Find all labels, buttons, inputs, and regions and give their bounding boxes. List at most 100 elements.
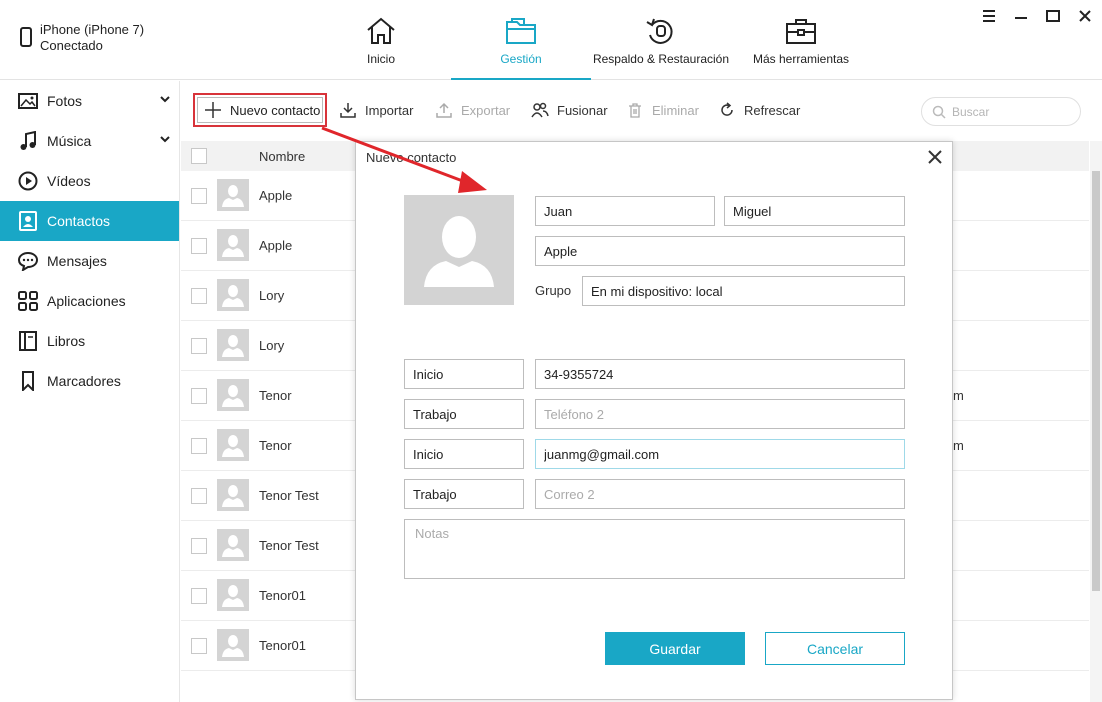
last-name-input[interactable] [725,197,904,225]
email1-type-select[interactable]: Inicio [404,439,524,469]
first-name-field[interactable] [535,196,715,226]
notes-textarea[interactable] [405,520,904,578]
sidebar-item-label: Contactos [47,213,111,229]
sidebar-item-aplicaciones[interactable]: Aplicaciones [0,281,179,321]
phone1-input[interactable] [536,360,904,388]
export-button[interactable]: Exportar [435,98,510,122]
contact-name: Tenor [259,388,292,403]
row-checkbox[interactable] [191,288,207,304]
row-checkbox[interactable] [191,638,207,654]
menu-icon[interactable] [980,8,998,24]
nav-inicio[interactable]: Inicio [311,0,451,80]
window-controls [980,8,1094,24]
email2-type: Trabajo [413,486,457,502]
minimize-icon[interactable] [1012,8,1030,24]
new-contact-button[interactable]: Nuevo contacto [197,97,323,123]
sidebar-item-mensajes[interactable]: Mensajes [0,241,179,281]
new-contact-dialog: Nuevo contacto Grupo En mi dispositivo: … [355,141,953,700]
search-box[interactable] [921,97,1081,126]
phone2-input[interactable] [536,400,904,428]
merge-label: Fusionar [557,102,608,118]
contacts-icon [18,211,38,231]
nav-gestion[interactable]: Gestión [451,0,591,80]
sidebar-item-libros[interactable]: Libros [0,321,179,361]
toolbox-icon [786,19,816,44]
contact-extra: m [953,388,964,403]
new-contact-highlight: Nuevo contacto [193,93,327,127]
scrollbar-thumb[interactable] [1092,171,1100,591]
nav-label: Respaldo & Restauración [592,52,730,66]
row-checkbox[interactable] [191,188,207,204]
email2-input[interactable] [536,480,904,508]
sidebar-item-label: Vídeos [47,173,91,189]
contact-name: Lory [259,338,285,353]
import-icon [339,101,357,119]
company-field[interactable] [535,236,905,266]
row-checkbox[interactable] [191,438,207,454]
email2-type-select[interactable]: Trabajo [404,479,524,509]
avatar [217,279,249,311]
phone2-type-select[interactable]: Trabajo [404,399,524,429]
nav-label: Más herramientas [752,52,850,66]
nav-respaldo[interactable]: Respaldo & Restauración [591,0,731,80]
search-icon [932,105,946,119]
export-icon [435,101,453,119]
bookmark-icon [18,371,38,391]
notes-field[interactable] [404,519,905,579]
close-window-icon[interactable] [1076,8,1094,24]
contact-name: Tenor [259,438,292,453]
video-icon [18,171,38,191]
chevron-down-icon[interactable] [159,134,171,144]
phone2-field[interactable] [535,399,905,429]
device-info: iPhone (iPhone 7) Conectado [20,22,144,54]
close-icon[interactable] [926,148,944,166]
apps-icon [18,291,38,311]
refresh-label: Refrescar [744,102,801,118]
refresh-button[interactable]: Refrescar [718,98,800,122]
email1-field[interactable] [535,439,905,469]
list-scrollbar[interactable] [1090,141,1102,702]
sidebar-item-musica[interactable]: Música [0,121,179,161]
cancel-button[interactable]: Cancelar [765,632,905,665]
group-select[interactable]: En mi dispositivo: local [582,276,905,306]
sidebar-item-marcadores[interactable]: Marcadores [0,361,179,401]
avatar [217,229,249,261]
merge-button[interactable]: Fusionar [531,98,608,122]
email2-field[interactable] [535,479,905,509]
contact-photo-placeholder[interactable] [404,195,514,305]
row-checkbox[interactable] [191,488,207,504]
person-silhouette-icon [222,435,244,457]
music-icon [18,131,38,151]
search-input[interactable] [952,104,1062,119]
sidebar-item-fotos[interactable]: Fotos [0,81,179,121]
row-checkbox[interactable] [191,538,207,554]
sidebar-item-contactos[interactable]: Contactos [0,201,179,241]
select-all-checkbox[interactable] [191,148,207,164]
row-checkbox[interactable] [191,338,207,354]
chevron-down-icon[interactable] [159,94,171,104]
first-name-input[interactable] [536,197,714,225]
company-input[interactable] [536,237,904,265]
delete-button[interactable]: Eliminar [626,98,699,122]
person-silhouette-icon [222,535,244,557]
email1-input[interactable] [536,440,904,468]
phone1-type-select[interactable]: Inicio [404,359,524,389]
nav-mas-herramientas[interactable]: Más herramientas [731,0,871,80]
column-header-name: Nombre [259,148,306,164]
save-button[interactable]: Guardar [605,632,745,665]
avatar [217,529,249,561]
person-silhouette-icon [222,185,244,207]
maximize-icon[interactable] [1044,8,1062,24]
contact-name: Lory [259,288,285,303]
phone1-field[interactable] [535,359,905,389]
sidebar-item-videos[interactable]: Vídeos [0,161,179,201]
contact-name: Tenor01 [259,588,306,603]
last-name-field[interactable] [724,196,905,226]
row-checkbox[interactable] [191,388,207,404]
contact-name: Apple [259,188,293,203]
person-silhouette-icon [222,235,244,257]
import-button[interactable]: Importar [339,98,413,122]
active-tab-indicator [451,78,591,80]
row-checkbox[interactable] [191,588,207,604]
row-checkbox[interactable] [191,238,207,254]
